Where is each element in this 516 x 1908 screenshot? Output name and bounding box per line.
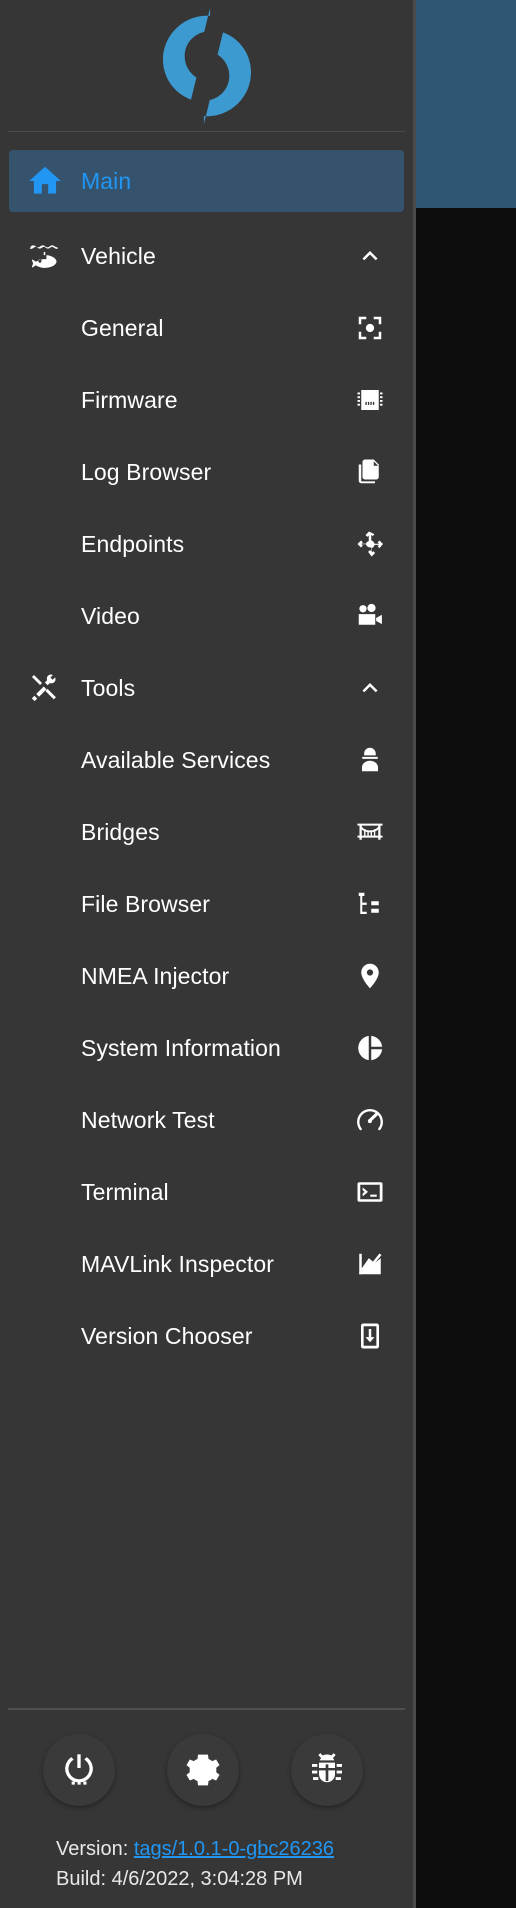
navigation-drawer: Main Vehicle General Firmware Log Browse… xyxy=(0,0,413,1908)
sidebar-item-label: MAVLink Inspector xyxy=(81,1250,275,1277)
sidebar-item-label: NMEA Injector xyxy=(81,962,230,989)
home-icon xyxy=(9,162,81,200)
sidebar-item-bridges[interactable]: Bridges xyxy=(9,806,404,858)
sidebar-item-label: Firmware xyxy=(81,386,178,413)
sidebar-group-tools[interactable]: Tools xyxy=(9,662,404,714)
sidebar-item-firmware[interactable]: Firmware xyxy=(9,374,404,426)
version-info: Version: tags/1.0.1-0-gbc26236 Build: 4/… xyxy=(0,1816,413,1894)
speedometer-icon xyxy=(336,1105,404,1135)
sidebar-item-system-information[interactable]: System Information xyxy=(9,1022,404,1074)
sidebar-item-label: Video xyxy=(81,602,140,629)
app-logo xyxy=(0,0,413,131)
power-button[interactable] xyxy=(43,1734,115,1806)
sidebar-item-label: Version Chooser xyxy=(81,1322,253,1349)
sidebar-item-log-browser[interactable]: Log Browser xyxy=(9,446,404,498)
sidebar-item-available-services[interactable]: Available Services xyxy=(9,734,404,786)
sidebar-item-version-chooser[interactable]: Version Chooser xyxy=(9,1310,404,1362)
sidebar-group-vehicle[interactable]: Vehicle xyxy=(9,230,404,282)
sidebar-item-terminal[interactable]: Terminal xyxy=(9,1166,404,1218)
blueos-logo-icon xyxy=(162,7,251,124)
bug-icon xyxy=(312,1753,342,1783)
map-marker-icon xyxy=(336,961,404,991)
sidebar-item-label: General xyxy=(81,314,164,341)
video-camera-icon xyxy=(336,601,404,631)
sidebar-item-endpoints[interactable]: Endpoints xyxy=(9,518,404,570)
sidebar-item-video[interactable]: Video xyxy=(9,590,404,642)
hard-hat-icon xyxy=(336,745,404,775)
gear-icon xyxy=(186,1754,220,1786)
sidebar-item-mavlink-inspector[interactable]: MAVLink Inspector xyxy=(9,1238,404,1290)
version-line: Version: tags/1.0.1-0-gbc26236 xyxy=(56,1834,413,1864)
hammer-wrench-icon xyxy=(9,671,81,705)
sidebar-group-label: Tools xyxy=(81,674,136,701)
file-tree-icon xyxy=(336,889,404,919)
sidebar-item-label: Available Services xyxy=(81,746,271,773)
sidebar-item-label: Endpoints xyxy=(81,530,185,557)
sidebar-item-label: Log Browser xyxy=(81,458,212,485)
power-dots-icon xyxy=(65,1754,93,1785)
file-multiple-icon xyxy=(336,457,404,487)
memory-chip-icon xyxy=(336,385,404,415)
drawer-footer: Version: tags/1.0.1-0-gbc26236 Build: 4/… xyxy=(0,1708,413,1908)
footer-action-row xyxy=(0,1710,413,1816)
sidebar-item-main[interactable]: Main xyxy=(9,150,404,212)
chevron-up-icon[interactable] xyxy=(336,673,404,703)
build-line: Build: 4/6/2022, 3:04:28 PM xyxy=(56,1864,413,1894)
focus-target-icon xyxy=(336,313,404,343)
chevron-up-icon[interactable] xyxy=(336,241,404,271)
bridge-icon xyxy=(336,817,404,847)
report-bug-button[interactable] xyxy=(291,1734,363,1806)
version-label: Version: xyxy=(56,1838,129,1860)
sidebar-item-label: Main xyxy=(81,167,132,194)
sidebar-item-general[interactable]: General xyxy=(9,302,404,354)
sidebar-item-label: Network Test xyxy=(81,1106,215,1133)
build-value: 4/6/2022, 3:04:28 PM xyxy=(111,1868,303,1890)
content-area-strip xyxy=(413,208,516,1908)
sidebar-item-label: System Information xyxy=(81,1034,281,1061)
sidebar-item-label: File Browser xyxy=(81,890,211,917)
drawer-edge-divider xyxy=(413,0,416,1908)
nav-list: Main Vehicle General Firmware Log Browse… xyxy=(0,132,413,1708)
sidebar-item-label: Bridges xyxy=(81,818,160,845)
app-bar-strip xyxy=(413,0,516,208)
build-label: Build: xyxy=(56,1868,107,1890)
sidebar-item-label: Terminal xyxy=(81,1178,169,1205)
version-link[interactable]: tags/1.0.1-0-gbc26236 xyxy=(134,1838,334,1860)
sidebar-item-nmea-injector[interactable]: NMEA Injector xyxy=(9,950,404,1002)
sidebar-group-label: Vehicle xyxy=(81,242,156,269)
arrow-decision-icon xyxy=(336,529,404,559)
chart-line-icon xyxy=(336,1249,404,1279)
app-root: Main Vehicle General Firmware Log Browse… xyxy=(0,0,516,1908)
sidebar-item-network-test[interactable]: Network Test xyxy=(9,1094,404,1146)
settings-button[interactable] xyxy=(167,1734,239,1806)
submarine-icon xyxy=(9,239,81,273)
console-icon xyxy=(336,1177,404,1207)
sidebar-item-file-browser[interactable]: File Browser xyxy=(9,878,404,930)
download-box-icon xyxy=(336,1321,404,1351)
chart-pie-icon xyxy=(336,1033,404,1063)
